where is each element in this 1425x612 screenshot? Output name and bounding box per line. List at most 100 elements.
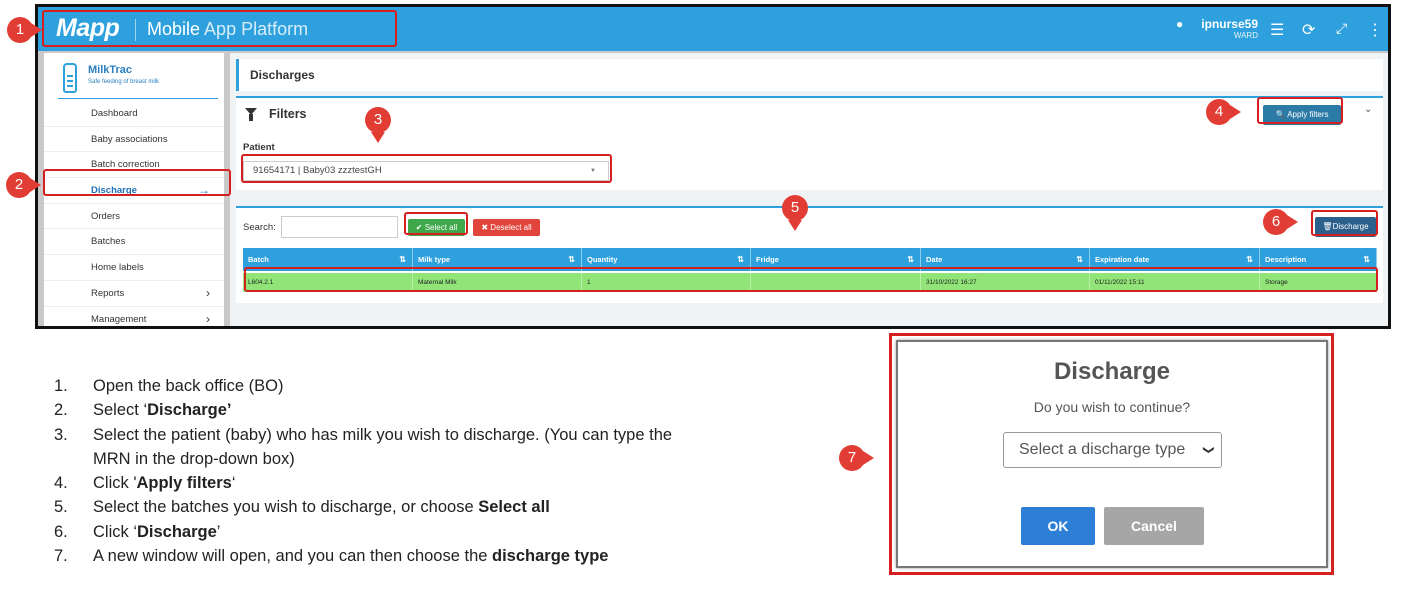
column-label: Description xyxy=(1265,255,1307,264)
username: ipnurse59 xyxy=(1201,17,1258,31)
step-number: 7. xyxy=(54,547,68,566)
instruction-step-6: 6. Click ‘Discharge’ xyxy=(54,521,734,545)
step-marker-2: 2 xyxy=(6,172,41,204)
marker-number: 3 xyxy=(365,107,391,143)
step-text-bold: discharge type xyxy=(492,547,609,566)
step-text-post: ’ xyxy=(216,522,221,541)
chevron-down-icon[interactable]: ⌄ xyxy=(1364,104,1372,115)
step-text: Select the patient (baby) who has milk y… xyxy=(93,425,673,468)
marker-number: 7 xyxy=(839,445,874,471)
filter-icon xyxy=(245,108,257,121)
marker-number: 1 xyxy=(7,17,42,43)
marker-number: 6 xyxy=(1263,209,1298,235)
chevron-down-icon: ❯ xyxy=(1202,445,1215,455)
sidebar-item-batches[interactable]: Batches xyxy=(44,229,224,256)
more-icon[interactable]: ⋮ xyxy=(1367,20,1383,40)
discharge-dialog: Discharge Do you wish to continue? Selec… xyxy=(896,340,1328,568)
sidebar-nav: Dashboard Baby associations Batch correc… xyxy=(44,101,224,327)
step-text-pre: A new window will open, and you can then… xyxy=(93,547,493,566)
dialog-title: Discharge xyxy=(1053,358,1171,385)
sidebar-item-dashboard[interactable]: Dashboard xyxy=(44,101,224,127)
column-label: Quantity xyxy=(587,255,618,264)
step-text-pre: Click ‘ xyxy=(93,522,137,541)
chevron-right-icon: › xyxy=(206,285,210,300)
step-marker-5: 5 xyxy=(782,195,816,231)
column-label: Milk type xyxy=(418,255,451,264)
column-label: Expiration date xyxy=(1095,255,1150,264)
chevron-right-icon: › xyxy=(206,311,210,326)
sidebar-item-orders[interactable]: Orders xyxy=(44,204,224,230)
user-menu[interactable]: ipnurse59 WARD xyxy=(1178,17,1258,40)
step-number: 5. xyxy=(54,498,68,517)
instruction-step-7: 7. A new window will open, and you can th… xyxy=(54,545,734,569)
search-input[interactable] xyxy=(281,216,398,238)
step-text: Select ‘Discharge’ xyxy=(93,399,713,421)
marker-number: 5 xyxy=(782,195,808,231)
user-role: WARD xyxy=(1233,31,1258,40)
step-text: Click 'Apply filters‘ xyxy=(93,472,713,494)
filters-title: Filters xyxy=(269,107,307,121)
step-marker-7: 7 xyxy=(839,445,874,477)
brand-tagline: Safe feeding of breast milk xyxy=(88,79,160,85)
step-marker-4: 4 xyxy=(1206,99,1241,131)
dialog-question: Do you wish to continue? xyxy=(1033,399,1191,415)
column-label: Fridge xyxy=(756,255,779,264)
patient-label: Patient xyxy=(243,142,275,153)
ok-button[interactable]: OK xyxy=(1021,507,1095,545)
sidebar-item-label: Batches xyxy=(91,236,126,248)
sidebar-item-label: Home labels xyxy=(91,262,144,274)
highlight-patient-select xyxy=(241,154,612,183)
sidebar-item-label: Reports xyxy=(91,287,125,299)
highlight-apply-filters xyxy=(1257,97,1343,124)
refresh-icon[interactable]: ⟳ xyxy=(1302,20,1315,40)
sidebar-item-label: Dashboard xyxy=(91,108,138,119)
step-text-bold: Discharge’ xyxy=(147,401,232,420)
step-text-bold: Discharge xyxy=(137,522,217,541)
marker-number: 4 xyxy=(1206,99,1241,125)
fullscreen-icon[interactable]: ⤢ xyxy=(1336,20,1347,37)
sidebar-item-baby-associations[interactable]: Baby associations xyxy=(44,127,224,153)
step-text: Click ‘Discharge’ xyxy=(93,521,713,543)
instruction-list: 1. Open the back office (BO) 2. Select ‘Di… xyxy=(54,375,734,569)
step-text: A new window will open, and you can then… xyxy=(93,545,713,567)
column-label: Date xyxy=(926,255,943,264)
step-number: 1. xyxy=(54,377,68,395)
discharge-type-select[interactable]: Select a discharge type ❯ xyxy=(1003,432,1222,468)
cancel-button[interactable]: Cancel xyxy=(1104,507,1204,545)
step-text-post: ‘ xyxy=(231,474,236,493)
milktrac-brand[interactable]: MilkTrac Safe feeding of breast milk xyxy=(58,61,218,99)
step-text-bold: Select all xyxy=(478,498,550,517)
page-title: Discharges xyxy=(236,59,1383,91)
step-marker-6: 6 xyxy=(1263,209,1298,241)
step-marker-1: 1 xyxy=(7,17,42,49)
step-number: 4. xyxy=(54,474,68,493)
bottle-icon xyxy=(63,63,77,93)
instruction-step-5: 5. Select the batches you wish to dischar… xyxy=(54,496,734,520)
highlight-select-all xyxy=(404,212,468,235)
step-text-bold: Apply filters xyxy=(136,474,232,493)
instruction-step-1: 1. Open the back office (BO) xyxy=(54,375,734,399)
brand-name: MilkTrac xyxy=(88,64,133,76)
instruction-step-2: 2. Select ‘Discharge’ xyxy=(54,399,734,423)
marker-number: 2 xyxy=(6,172,41,198)
instruction-step-4: 4. Click 'Apply filters‘ xyxy=(54,472,734,496)
step-number: 2. xyxy=(54,401,68,420)
highlight-app-title xyxy=(42,10,397,47)
instruction-step-3: 3. Select the patient (baby) who has milk… xyxy=(54,424,734,473)
deselect-all-button[interactable]: ✖ Deselect all xyxy=(473,219,540,236)
sidebar-item-home-labels[interactable]: Home labels xyxy=(44,255,224,281)
search-label: Search: xyxy=(243,222,276,233)
highlight-discharge-button xyxy=(1311,210,1378,236)
discharge-type-placeholder: Select a discharge type xyxy=(1019,441,1186,458)
sidebar-item-label: Management xyxy=(91,313,147,325)
step-text-pre: Select the batches you wish to discharge… xyxy=(93,498,479,517)
sidebar-item-management[interactable]: Management › xyxy=(44,307,224,327)
step-number: 3. xyxy=(54,425,68,444)
step-text-pre: Select ‘ xyxy=(93,401,148,420)
menu-icon[interactable]: ☰ xyxy=(1270,20,1284,40)
sidebar-item-label: Baby associations xyxy=(91,133,168,145)
highlight-discharge-nav xyxy=(43,169,231,196)
step-marker-3: 3 xyxy=(365,107,399,143)
column-label: Batch xyxy=(248,255,269,264)
sidebar-item-reports[interactable]: Reports › xyxy=(44,281,224,307)
